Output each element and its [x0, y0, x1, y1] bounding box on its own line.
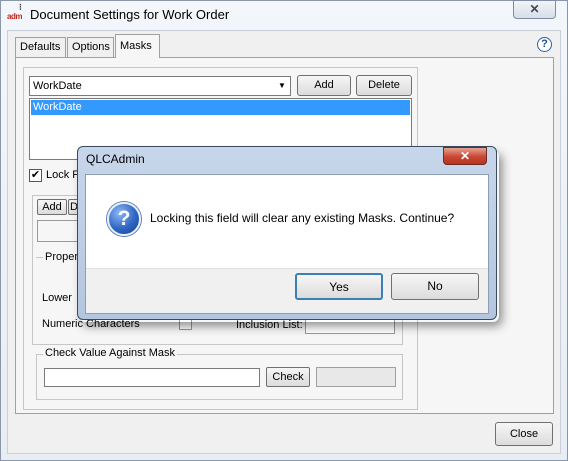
- add-segment-button[interactable]: Add: [37, 199, 67, 215]
- check-result-field: [316, 367, 396, 387]
- list-item[interactable]: WorkDate: [31, 100, 410, 115]
- logo-text: adm: [7, 12, 22, 21]
- mask-select-value: WorkDate: [33, 80, 82, 92]
- window-close-button[interactable]: ✕: [513, 0, 556, 19]
- question-icon: ?: [107, 202, 141, 236]
- dialog-message: Locking this field will clear any existi…: [150, 211, 455, 225]
- chevron-down-icon[interactable]: ▼: [275, 78, 289, 94]
- close-button[interactable]: Close: [495, 422, 553, 446]
- lock-field-checkbox[interactable]: ✔: [29, 169, 42, 182]
- delete-mask-button[interactable]: Delete: [356, 75, 412, 96]
- help-icon[interactable]: ?: [537, 37, 552, 52]
- no-button[interactable]: No: [391, 273, 479, 300]
- tab-defaults[interactable]: Defaults: [15, 37, 66, 57]
- dialog-close-button[interactable]: ✕: [443, 147, 487, 165]
- lock-field-label: Lock F: [46, 169, 80, 181]
- lower-label: Lower: [42, 292, 72, 304]
- properties-label: Proper: [43, 251, 81, 263]
- tab-masks[interactable]: Masks: [115, 34, 160, 58]
- window-title: Document Settings for Work Order: [30, 7, 230, 22]
- dialog-title: QLCAdmin: [86, 152, 145, 166]
- tab-options[interactable]: Options: [67, 37, 114, 57]
- check-value-group-label: Check Value Against Mask: [43, 347, 178, 359]
- logo-dots: ⁝: [19, 2, 22, 12]
- check-button[interactable]: Check: [266, 367, 310, 387]
- app-logo: adm ⁝: [7, 2, 27, 24]
- add-mask-button[interactable]: Add: [297, 75, 351, 96]
- yes-button[interactable]: Yes: [295, 273, 383, 300]
- mask-select[interactable]: WorkDate ▼: [29, 76, 291, 96]
- check-value-input[interactable]: [44, 368, 260, 387]
